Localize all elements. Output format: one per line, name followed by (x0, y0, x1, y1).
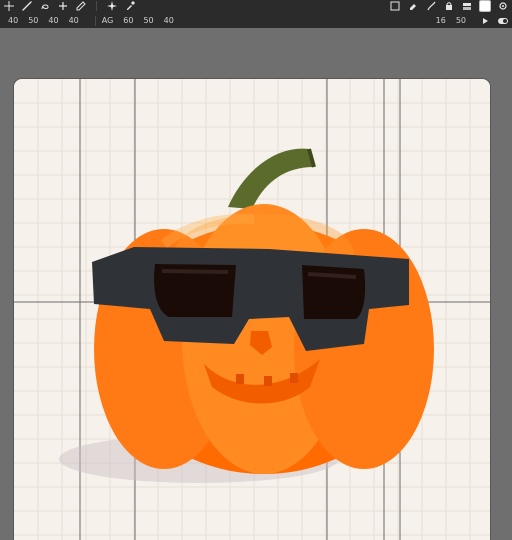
brush-icon[interactable] (18, 1, 36, 11)
toolbar-number-2: 50 (28, 16, 39, 25)
eraser-icon[interactable] (404, 1, 422, 11)
color-swatch-icon[interactable] (476, 0, 494, 12)
toolbar-number-4: 40 (68, 16, 79, 25)
toolbar-separator (96, 1, 97, 11)
toolbar-number-5: 60 (123, 16, 134, 25)
lock-icon[interactable] (440, 1, 458, 11)
add-icon[interactable] (54, 1, 72, 11)
toolbar-bottom-row: 40 50 40 40 AG 60 50 40 16 50 (0, 13, 512, 28)
toolbar-middle-text: AG (101, 16, 114, 25)
workspace (0, 28, 512, 540)
smudge-icon[interactable] (422, 1, 440, 11)
drawing-canvas[interactable] (14, 79, 490, 540)
toolbar-number-6: 50 (143, 16, 154, 25)
toolbar-top-row (0, 0, 512, 12)
toolbar-number-7: 40 (163, 16, 174, 25)
square-icon[interactable] (386, 1, 404, 11)
gear-icon[interactable] (494, 1, 512, 11)
toolbar-number-3: 40 (48, 16, 59, 25)
move-icon[interactable] (0, 1, 18, 11)
toolbar-right-2: 50 (455, 16, 466, 25)
top-toolbar: 40 50 40 40 AG 60 50 40 16 50 (0, 0, 512, 29)
canvas-artwork (14, 79, 490, 540)
lasso-icon[interactable] (36, 1, 54, 11)
eyedropper-icon[interactable] (121, 1, 139, 11)
toolbar-right-1: 16 (435, 16, 446, 25)
play-icon[interactable] (476, 16, 494, 26)
layers-icon[interactable] (458, 1, 476, 11)
toggle-icon[interactable] (494, 16, 512, 26)
toolbar-separator (94, 15, 96, 26)
pen-icon[interactable] (72, 1, 90, 11)
sparkle-icon[interactable] (103, 1, 121, 11)
toolbar-number-1: 40 (8, 16, 19, 25)
